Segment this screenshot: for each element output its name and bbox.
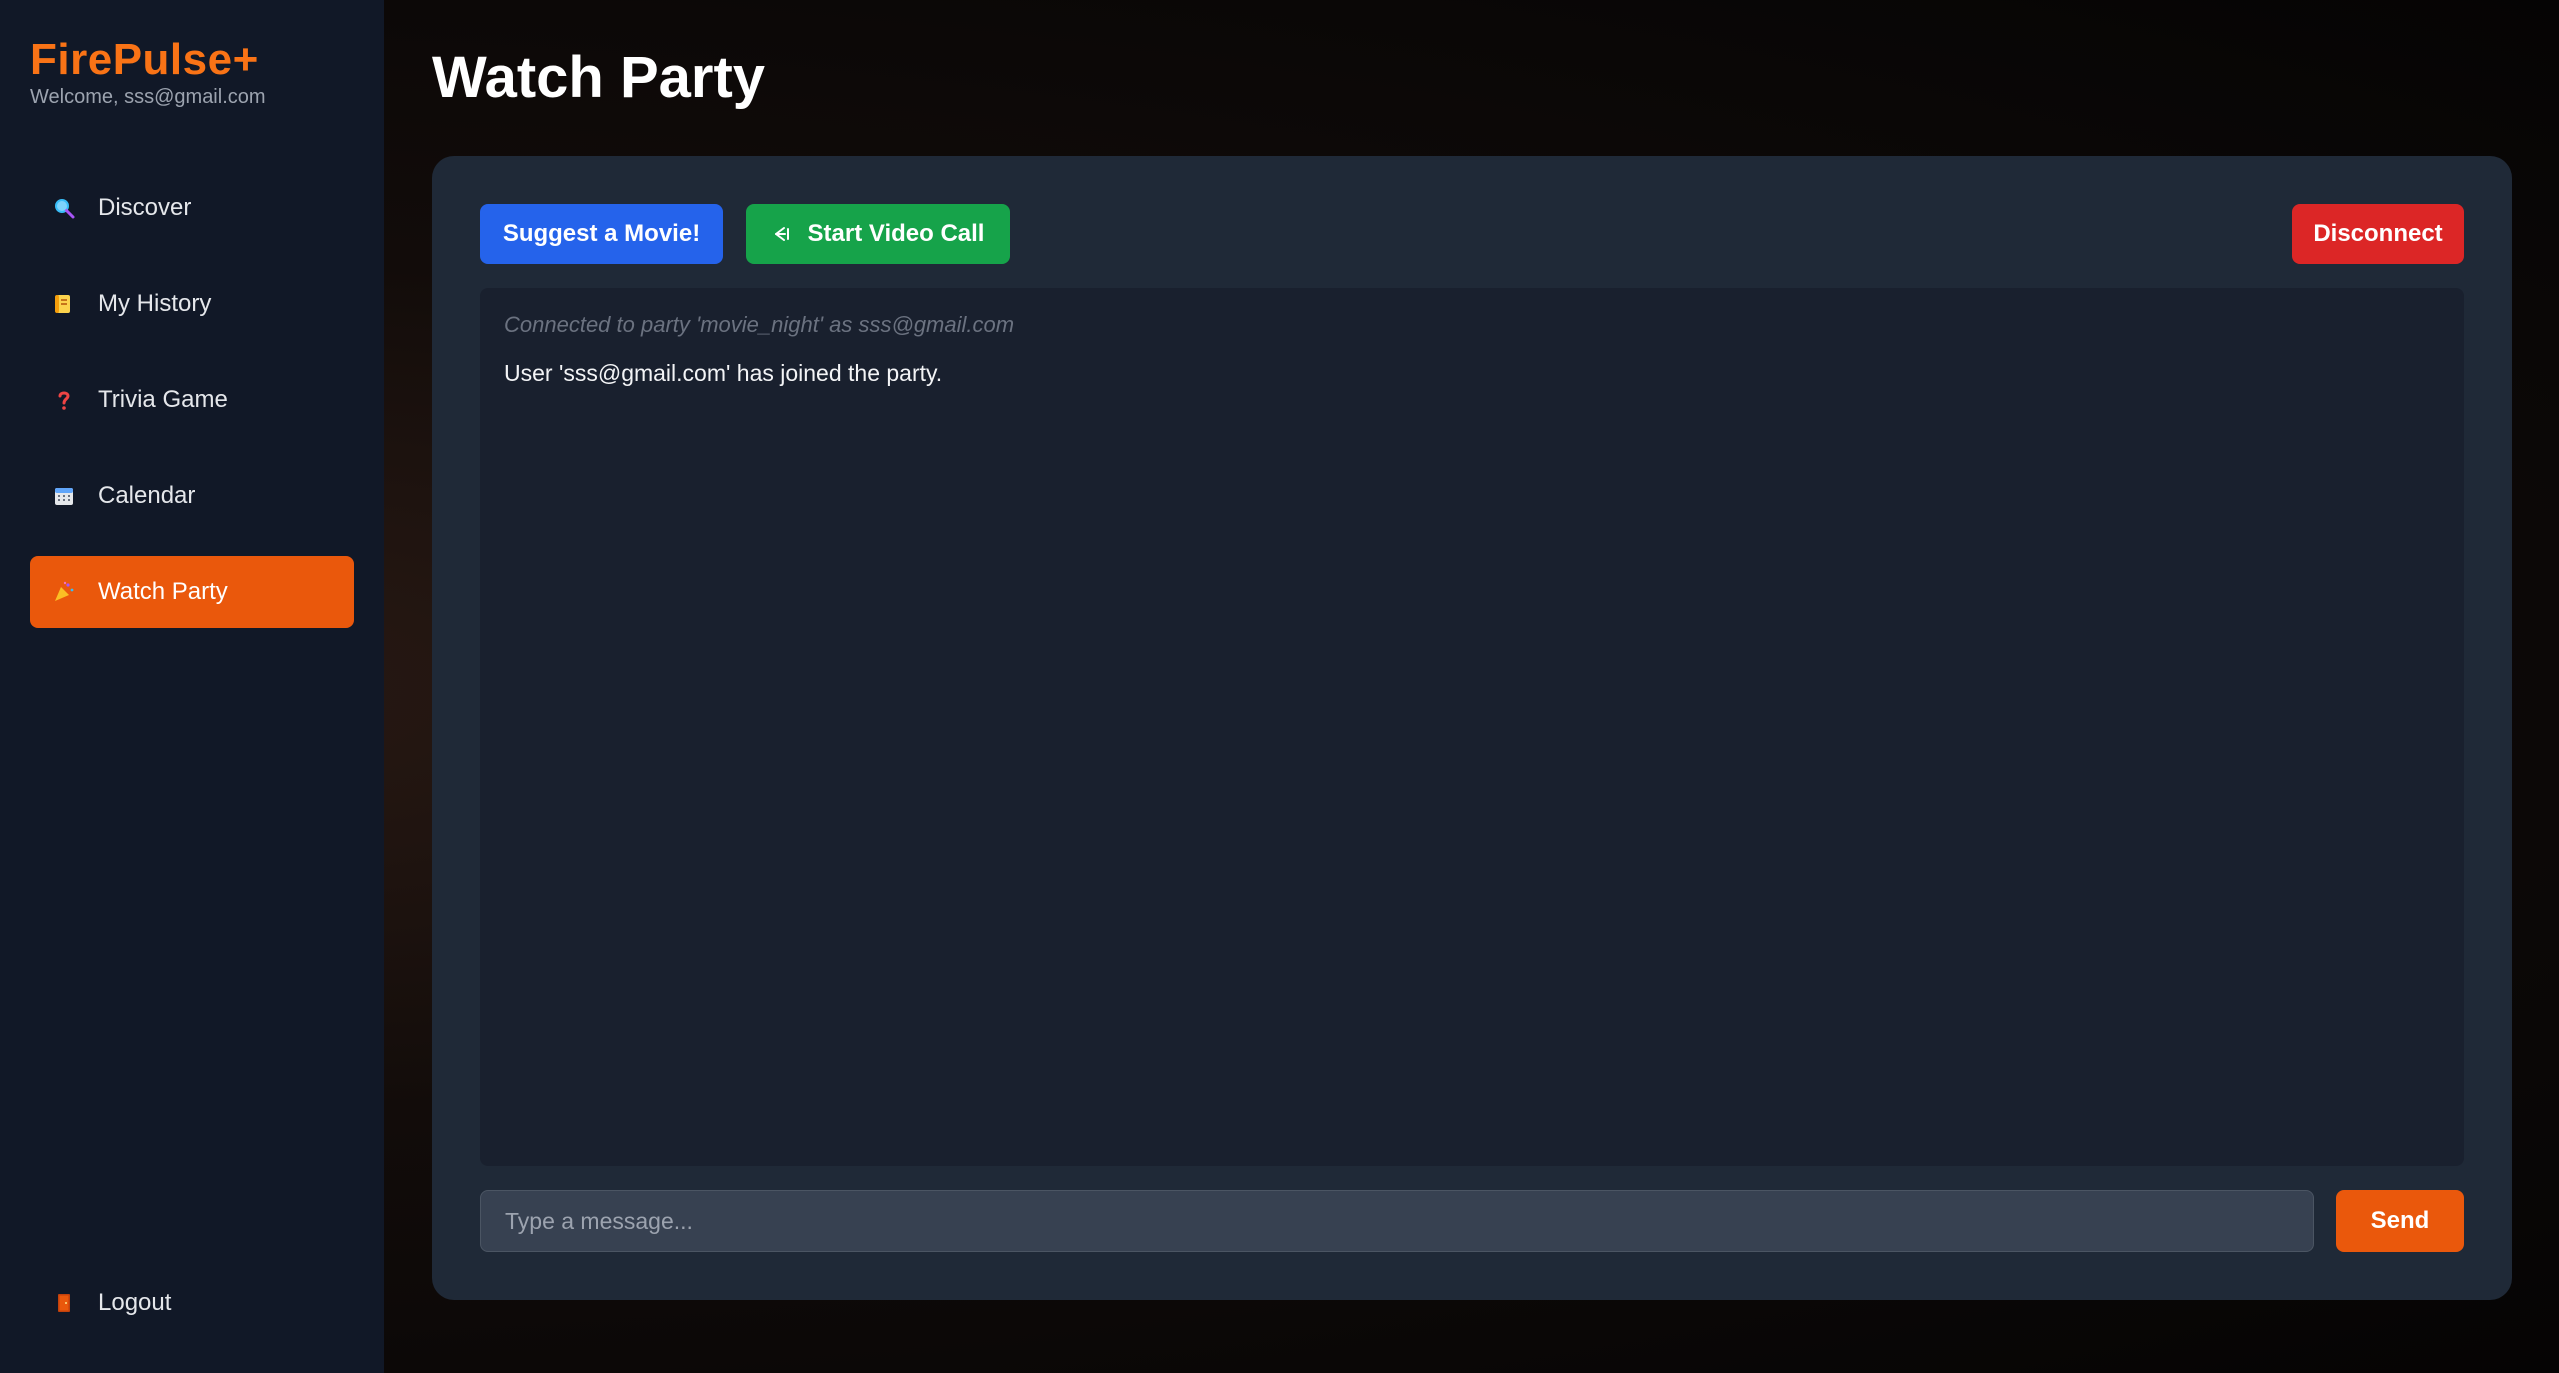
- sidebar-item-label: Trivia Game: [98, 386, 228, 413]
- welcome-text: Welcome, sss@gmail.com: [30, 86, 266, 108]
- sidebar: FirePulse+ Welcome, sss@gmail.com Discov…: [0, 0, 384, 1373]
- video-call-icon: [772, 225, 794, 243]
- start-video-call-button[interactable]: Start Video Call: [746, 204, 1010, 264]
- sidebar-item-label: My History: [98, 290, 212, 317]
- sidebar-item-trivia-game[interactable]: Trivia Game: [30, 364, 354, 436]
- sidebar-item-watch-party[interactable]: Watch Party: [30, 556, 354, 628]
- app-root: FirePulse+ Welcome, sss@gmail.com Discov…: [0, 0, 2559, 1373]
- disconnect-button[interactable]: Disconnect: [2292, 204, 2464, 264]
- message-input[interactable]: [480, 1190, 2314, 1252]
- start-video-call-label: Start Video Call: [807, 220, 985, 247]
- sidebar-item-my-history[interactable]: My History: [30, 268, 354, 340]
- sidebar-nav: Discover My History Trivia Game Calendar…: [30, 172, 354, 652]
- sidebar-item-label: Watch Party: [98, 578, 228, 605]
- party-popper-icon: [50, 578, 78, 606]
- sidebar-item-discover[interactable]: Discover: [30, 172, 354, 244]
- suggest-movie-button[interactable]: Suggest a Movie!: [480, 204, 723, 264]
- door-icon: [50, 1289, 78, 1317]
- chat-message: User 'sss@gmail.com' has joined the part…: [504, 360, 943, 386]
- calendar-icon: [50, 482, 78, 510]
- watch-party-panel: Suggest a Movie! Start Video Call Discon…: [432, 156, 2512, 1300]
- main-content: Watch Party Suggest a Movie! Start Video…: [384, 0, 2559, 1373]
- scroll-icon: [50, 290, 78, 318]
- chat-log[interactable]: Connected to party 'movie_night' as sss@…: [480, 288, 2464, 1166]
- system-message: Connected to party 'movie_night' as sss@…: [504, 312, 1015, 337]
- sidebar-item-calendar[interactable]: Calendar: [30, 460, 354, 532]
- send-button[interactable]: Send: [2336, 1190, 2464, 1252]
- logout-label: Logout: [98, 1289, 172, 1316]
- logout-button[interactable]: Logout: [30, 1267, 354, 1339]
- brand-title: FirePulse+: [30, 35, 259, 84]
- sidebar-item-label: Calendar: [98, 482, 196, 509]
- magnifier-icon: [50, 194, 78, 222]
- sidebar-item-label: Discover: [98, 194, 192, 221]
- question-mark-icon: [50, 386, 78, 414]
- brand: FirePulse+ Welcome, sss@gmail.com: [30, 32, 266, 109]
- page-title: Watch Party: [432, 45, 766, 110]
